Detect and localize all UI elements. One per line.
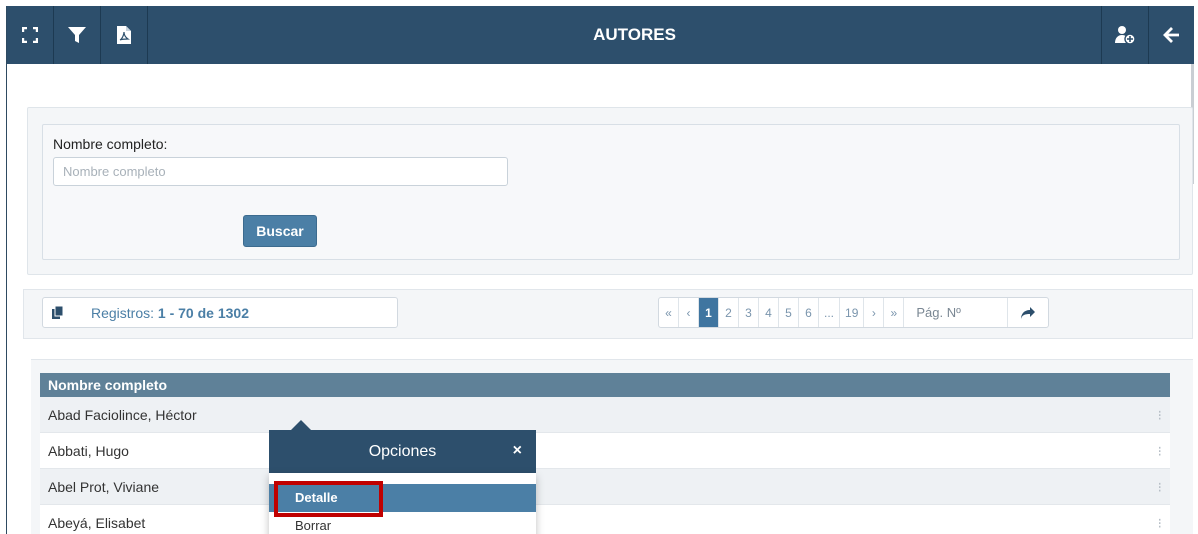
fullscreen-button[interactable] bbox=[7, 6, 53, 64]
page-button[interactable]: 1 bbox=[699, 298, 719, 327]
column-header-name[interactable]: Nombre completo bbox=[40, 373, 1170, 397]
page-button[interactable]: 5 bbox=[779, 298, 799, 327]
pagination: « ‹ 1 2 3 4 5 6 ... 19 › » bbox=[658, 297, 1050, 328]
search-form: Nombre completo: Buscar bbox=[42, 124, 1180, 260]
authors-table: Nombre completo Abad Faciolince, Héctor … bbox=[40, 373, 1170, 534]
table-row[interactable]: Abbati, Hugo ⁝ bbox=[40, 433, 1170, 469]
records-summary: Registros: 1 - 70 de 1302 bbox=[42, 297, 398, 328]
search-panel: Nombre completo: Buscar bbox=[27, 107, 1193, 275]
back-button[interactable] bbox=[1149, 6, 1194, 64]
page-button[interactable]: 2 bbox=[719, 298, 739, 327]
last-page-button[interactable]: » bbox=[884, 298, 905, 327]
table-row[interactable]: Abel Prot, Viviane ⁝ bbox=[40, 469, 1170, 505]
page-button[interactable]: 3 bbox=[739, 298, 759, 327]
author-name: Abeyá, Elisabet bbox=[48, 515, 146, 531]
first-page-button[interactable]: « bbox=[659, 298, 679, 327]
name-input[interactable] bbox=[53, 157, 508, 186]
toolbar-divider bbox=[147, 6, 148, 64]
options-popup: Opciones × Detalle Borrar bbox=[269, 420, 536, 534]
records-text: Registros: 1 - 70 de 1302 bbox=[91, 305, 249, 321]
add-user-icon bbox=[1115, 26, 1136, 45]
more-options-icon[interactable]: ⁝ bbox=[1158, 469, 1162, 505]
author-name: Abbati, Hugo bbox=[48, 443, 129, 459]
table-row[interactable]: Abeyá, Elisabet ⁝ bbox=[40, 505, 1170, 534]
more-options-icon[interactable]: ⁝ bbox=[1158, 433, 1162, 469]
page-number-input[interactable] bbox=[904, 298, 1009, 327]
popup-menu: Detalle Borrar bbox=[269, 473, 536, 534]
pdf-export-button[interactable] bbox=[101, 6, 147, 64]
filter-button[interactable] bbox=[54, 6, 100, 64]
menu-item-detalle[interactable]: Detalle bbox=[269, 484, 536, 512]
page-button[interactable]: 19 bbox=[840, 298, 865, 327]
results-toolbar: Registros: 1 - 70 de 1302 « ‹ 1 2 3 4 5 … bbox=[23, 289, 1193, 339]
more-options-icon[interactable]: ⁝ bbox=[1158, 397, 1162, 433]
top-bar: AUTORES bbox=[7, 6, 1194, 64]
more-options-icon[interactable]: ⁝ bbox=[1158, 505, 1162, 534]
name-label: Nombre completo: bbox=[53, 136, 168, 152]
author-name: Abad Faciolince, Héctor bbox=[48, 407, 197, 423]
prev-page-button[interactable]: ‹ bbox=[679, 298, 699, 327]
pdf-icon bbox=[117, 26, 131, 44]
app-frame: AUTORES Nombre completo: Nombre completo… bbox=[6, 6, 1194, 534]
popup-title: Opciones bbox=[368, 443, 437, 460]
search-button[interactable]: Buscar bbox=[243, 215, 317, 247]
results-panel: Nombre completo Abad Faciolince, Héctor … bbox=[31, 359, 1193, 534]
popup-header: Opciones × bbox=[269, 430, 536, 473]
author-name: Abel Prot, Viviane bbox=[48, 479, 160, 495]
fullscreen-icon bbox=[22, 27, 38, 43]
menu-item-borrar[interactable]: Borrar bbox=[269, 512, 536, 534]
go-to-page-button[interactable] bbox=[1008, 298, 1048, 327]
add-author-button[interactable] bbox=[1102, 6, 1148, 64]
close-icon[interactable]: × bbox=[513, 442, 522, 460]
filter-icon bbox=[68, 27, 86, 43]
page-ellipsis: ... bbox=[819, 298, 841, 327]
next-page-button[interactable]: › bbox=[864, 298, 885, 327]
share-arrow-icon bbox=[1021, 306, 1036, 319]
copy-icon bbox=[52, 306, 64, 319]
popup-pointer bbox=[291, 420, 311, 430]
page-button[interactable]: 6 bbox=[799, 298, 819, 327]
arrow-left-icon bbox=[1163, 27, 1179, 43]
page-button[interactable]: 4 bbox=[759, 298, 779, 327]
table-row[interactable]: Abad Faciolince, Héctor ⁝ bbox=[40, 397, 1170, 433]
page-title: AUTORES bbox=[593, 25, 676, 44]
